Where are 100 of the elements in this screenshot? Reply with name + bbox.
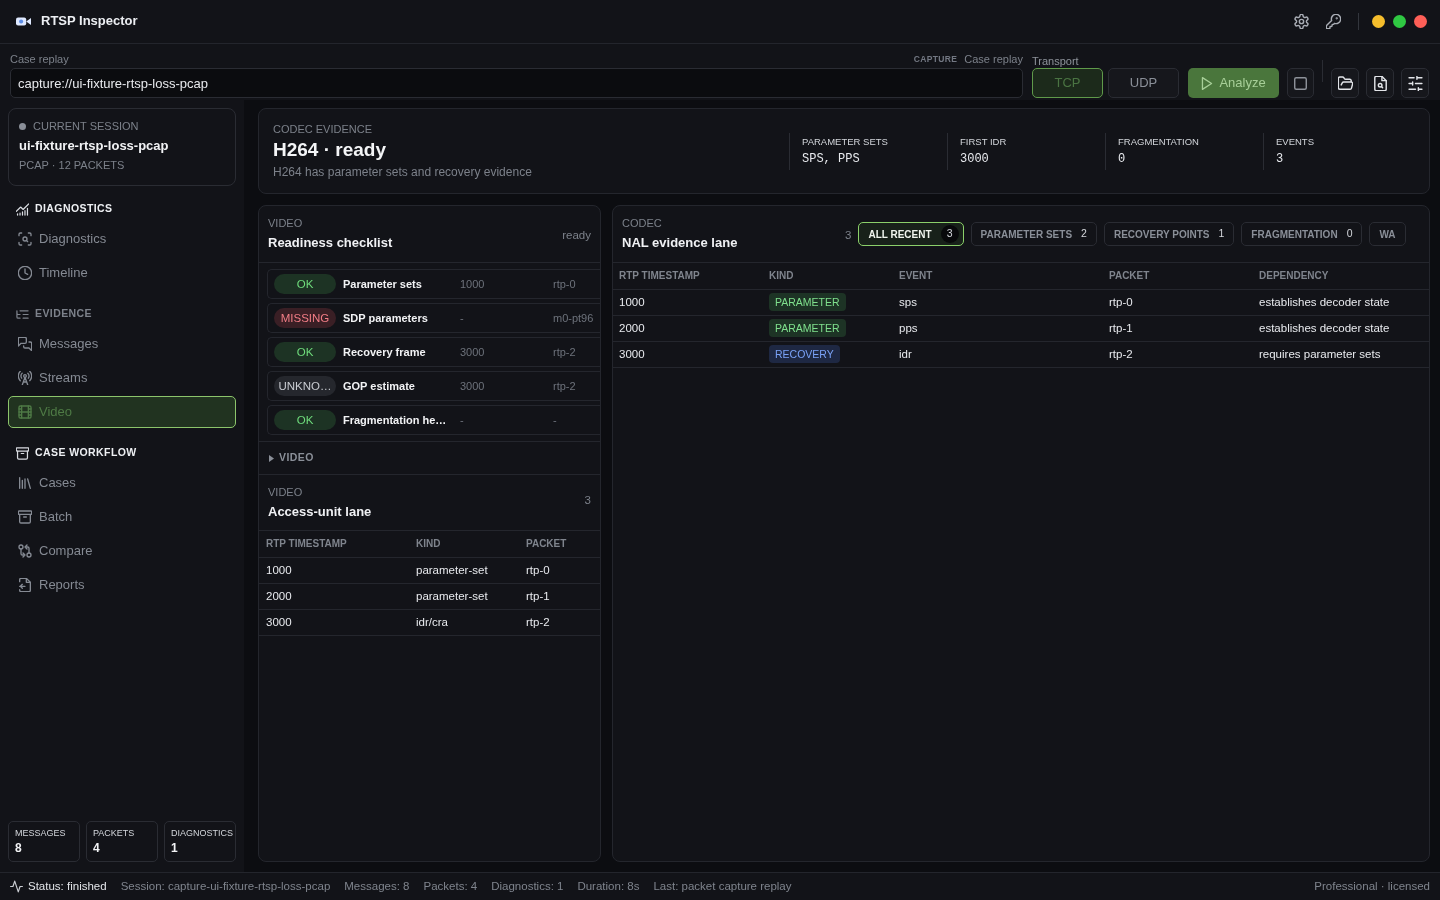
sidebar-item[interactable]: Diagnostics xyxy=(8,223,236,255)
capture-tag: CAPTURE xyxy=(913,53,958,65)
table-cell: rtp-0 xyxy=(519,557,600,583)
check-label: GOP estimate xyxy=(343,378,416,394)
check-label: Fragmentation he… xyxy=(343,412,448,428)
source-input[interactable]: capture://ui-fixture-rtsp-loss-pcap xyxy=(10,68,1023,98)
file-search-button[interactable] xyxy=(1366,68,1394,98)
codec-summary: H264 has parameter sets and recovery evidence xyxy=(273,164,533,180)
sliders-button[interactable] xyxy=(1401,68,1429,98)
minimize-icon[interactable] xyxy=(1372,15,1385,28)
close-icon[interactable] xyxy=(1414,15,1427,28)
filter-chip[interactable]: PARAMETER SETS 2 xyxy=(970,222,1097,246)
metric-value: SPS, PPS xyxy=(802,150,861,167)
status-badge: OK xyxy=(274,410,336,430)
file-search-icon xyxy=(1372,75,1388,91)
caret-right-icon xyxy=(269,454,274,462)
metric-value: 0 xyxy=(1118,150,1127,167)
check-timestamp: - xyxy=(460,310,465,326)
play-icon xyxy=(1201,76,1214,90)
filter-chip[interactable]: ALL RECENT 3 xyxy=(858,222,964,246)
maximize-icon[interactable] xyxy=(1393,15,1406,28)
metric-label: PARAMETER SETS xyxy=(802,135,889,148)
sidebar-item[interactable]: Streams xyxy=(8,362,236,394)
check-packet: rtp-0 xyxy=(553,276,577,292)
status-field: Last: packet capture replay xyxy=(653,879,792,894)
check-packet: m0-pt96 xyxy=(553,310,595,326)
panel-title: Readiness checklist xyxy=(268,234,394,252)
check-packet: - xyxy=(553,412,558,428)
transport-toggle[interactable]: TCP xyxy=(1032,68,1103,98)
status-badge: MISSING xyxy=(274,308,336,328)
key-icon[interactable] xyxy=(1326,14,1341,29)
section-title: DIAGNOSTICS xyxy=(35,202,113,216)
filter-chip[interactable]: FRAGMENTATION 0 xyxy=(1241,222,1363,246)
chart-icon xyxy=(16,202,29,216)
collapse-toggle[interactable]: VIDEO xyxy=(259,442,600,475)
status-badge: UNKNO… xyxy=(274,376,336,396)
document-arrow-icon xyxy=(18,578,32,592)
table-cell: pps xyxy=(893,315,1103,341)
column-header: PACKET xyxy=(519,531,600,557)
check-packet: rtp-2 xyxy=(553,378,577,394)
readiness-state: ready xyxy=(562,227,591,243)
archive-box-icon xyxy=(16,446,29,460)
session-label: CURRENT SESSION xyxy=(33,118,139,134)
antenna-icon xyxy=(18,371,32,385)
status-field: Diagnostics: 1 xyxy=(491,879,564,894)
window-title: RTSP Inspector xyxy=(41,13,138,30)
sidebar-item[interactable]: Timeline xyxy=(8,257,236,289)
clock-icon xyxy=(18,266,32,280)
row-count: 3 xyxy=(584,493,591,508)
settings-icon[interactable] xyxy=(1294,14,1309,29)
check-label: SDP parameters xyxy=(343,310,429,326)
sidebar-item[interactable]: Reports xyxy=(8,569,236,601)
license-text: Professional · licensed xyxy=(1314,879,1430,894)
table-cell: 3000 xyxy=(613,341,763,367)
kind-tag: PARAMETER xyxy=(769,319,846,337)
status-text: Status: finished xyxy=(28,879,107,894)
table-cell: rtp-1 xyxy=(1103,315,1253,341)
table-cell: parameter-set xyxy=(409,557,519,583)
books-icon xyxy=(18,476,32,490)
panel-title: Access-unit lane xyxy=(268,502,373,521)
transport-label: Transport xyxy=(1032,55,1079,68)
filter-chip[interactable]: RECOVERY POINTS 1 xyxy=(1103,222,1235,246)
table-cell: rtp-0 xyxy=(1103,289,1253,315)
stat-value: 4 xyxy=(93,841,101,856)
capture-mode-label: Case replay xyxy=(964,52,1023,66)
stat-label: MESSAGES xyxy=(15,828,67,839)
sidebar-item[interactable]: Batch xyxy=(8,501,236,533)
check-timestamp: 3000 xyxy=(460,378,486,394)
column-header: PACKET xyxy=(1103,263,1253,289)
table-cell: parameter-set xyxy=(409,583,519,609)
check-timestamp: - xyxy=(460,412,465,428)
pulse-icon xyxy=(10,880,23,893)
table-cell: 1000 xyxy=(259,557,409,583)
stat-value: 8 xyxy=(15,841,23,856)
sidebar-item[interactable]: Cases xyxy=(8,467,236,499)
archive-box-icon xyxy=(18,510,32,524)
folder-button[interactable] xyxy=(1331,68,1359,98)
status-field: Packets: 4 xyxy=(423,879,478,894)
transport-toggle[interactable]: UDP xyxy=(1108,68,1179,98)
stop-button[interactable] xyxy=(1287,68,1314,98)
table-cell: rtp-2 xyxy=(1103,341,1253,367)
table-cell: 1000 xyxy=(613,289,763,315)
metric-label: EVENTS xyxy=(1276,135,1315,148)
table-cell: 2000 xyxy=(259,583,409,609)
column-header: RTP TIMESTAMP xyxy=(613,263,763,289)
column-header: KIND xyxy=(763,263,893,289)
list-tree-icon xyxy=(16,307,29,321)
sidebar-item[interactable]: Compare xyxy=(8,535,236,567)
square-icon xyxy=(1294,76,1307,90)
kind-tag: RECOVERY xyxy=(769,345,840,363)
film-icon xyxy=(18,405,32,419)
chip-count: 1 xyxy=(1218,227,1225,241)
sidebar-item[interactable]: Messages xyxy=(8,328,236,360)
panel-title: NAL evidence lane xyxy=(622,234,739,252)
scan-icon xyxy=(18,232,32,246)
filter-chip[interactable]: WA xyxy=(1369,222,1406,246)
stat-value: 1 xyxy=(171,841,179,856)
field-label: Case replay xyxy=(10,52,69,66)
folder-icon xyxy=(1337,75,1353,91)
status-field: Duration: 8s xyxy=(577,879,640,894)
